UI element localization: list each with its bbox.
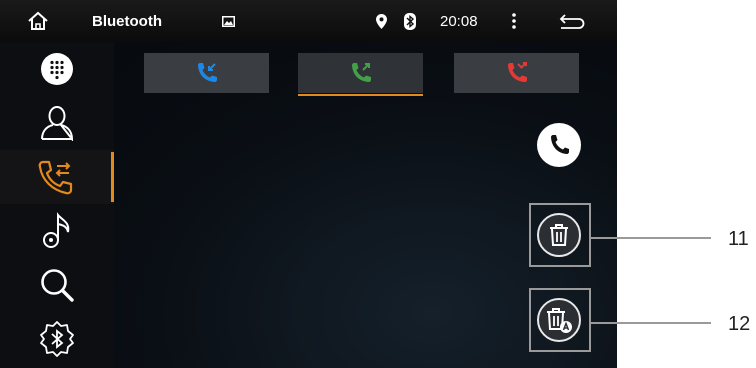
incoming-call-icon [197,63,217,82]
back-icon [559,14,585,29]
sidebar-item-dialpad[interactable] [0,42,114,96]
callout-line-11 [591,237,711,239]
delete-button[interactable] [537,213,581,257]
head-unit-screen: Bluetooth 20:08 [0,0,617,368]
bluetooth-settings-icon [40,321,74,357]
back-button[interactable] [550,0,594,42]
more-vert-icon[interactable] [504,0,524,42]
missed-call-icon [507,62,527,82]
sidebar-item-contacts[interactable] [0,96,114,150]
outgoing-call-icon [351,63,371,82]
tab-missed-calls[interactable] [454,53,579,93]
search-icon [41,269,74,302]
phone-icon [551,135,569,154]
contacts-icon [41,106,74,141]
trash-all-icon [547,308,572,333]
call-log-icon [38,160,73,195]
home-icon [28,11,48,30]
gallery-icon [218,0,238,42]
clock: 20:08 [440,12,478,30]
home-button[interactable] [18,0,58,42]
call-button[interactable] [537,123,581,167]
callout-line-12 [591,322,711,324]
bluetooth-icon [402,0,418,42]
status-bar: Bluetooth 20:08 [0,0,617,42]
trash-icon [550,224,568,246]
tab-incoming-calls[interactable] [144,53,269,93]
location-icon [373,0,389,42]
sidebar-item-call-log[interactable] [0,150,114,204]
app-title: Bluetooth [92,12,162,30]
delete-all-button[interactable] [537,298,581,342]
sidebar [0,42,114,368]
callout-label-12: 12 [728,313,751,335]
callout-label-11: 11 [728,228,749,250]
sidebar-item-music[interactable] [0,204,114,258]
dialpad-icon [41,53,73,85]
music-icon [43,212,70,248]
sidebar-item-search[interactable] [0,258,114,312]
tab-outgoing-calls[interactable] [298,53,423,96]
sidebar-item-bluetooth-settings[interactable] [0,312,114,366]
